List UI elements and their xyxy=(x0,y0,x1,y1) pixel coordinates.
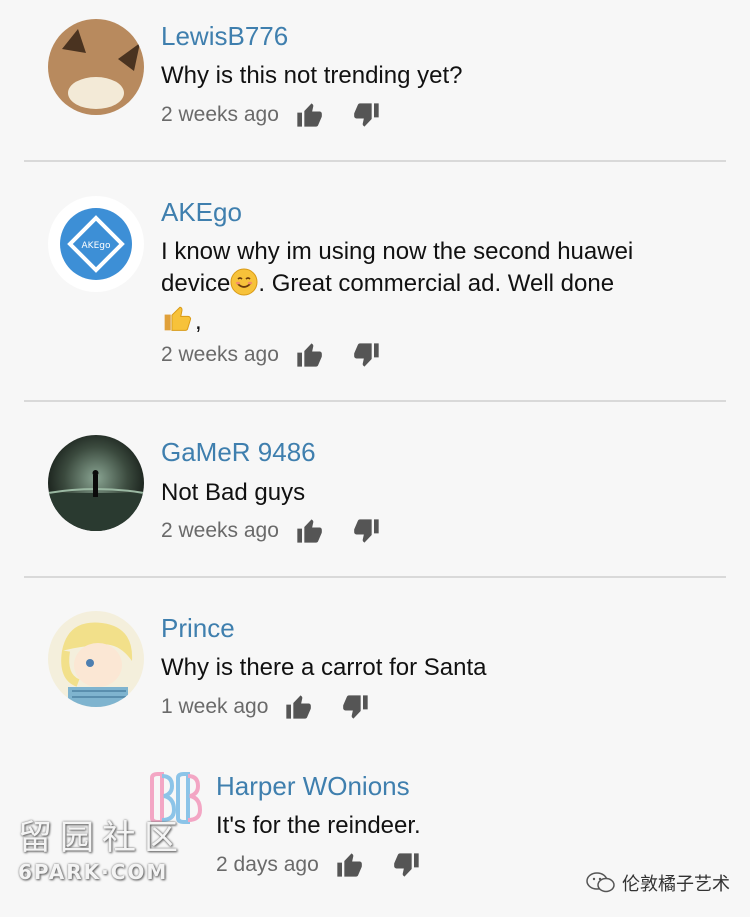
comment-author[interactable]: AKEgo xyxy=(161,196,242,228)
divider xyxy=(24,400,726,402)
comment-time: 2 weeks ago xyxy=(161,103,279,126)
avatar-label: AKEgo xyxy=(82,241,111,251)
watermark-6park: 留园社区 6PARK·COM xyxy=(18,818,188,884)
comment-author[interactable]: Harper WOnions xyxy=(216,770,410,802)
smiling-face-emoji-icon xyxy=(230,268,258,296)
thumbs-up-icon[interactable] xyxy=(295,101,323,129)
comment-time: 2 weeks ago xyxy=(161,519,279,542)
comment-actions: 2 weeks ago xyxy=(161,339,407,371)
thumbs-down-icon[interactable] xyxy=(353,517,381,545)
comment-author[interactable]: Prince xyxy=(161,612,235,644)
watermark-wechat: 伦敦橘子艺术 xyxy=(586,870,730,896)
thumbs-up-emoji-icon xyxy=(161,300,195,334)
divider xyxy=(24,576,726,578)
avatar[interactable]: AKEgo xyxy=(48,196,144,292)
comment-text: Not Bad guys xyxy=(161,479,306,506)
avatar[interactable] xyxy=(48,611,144,707)
comment-text-part: , xyxy=(195,308,202,335)
comment-actions: 2 weeks ago xyxy=(161,99,407,131)
comment-actions: 1 week ago xyxy=(161,691,396,723)
comment-text-part: . Great commercial ad. Well done xyxy=(258,270,615,297)
thumbs-down-icon[interactable] xyxy=(342,693,370,721)
comment-actions: 2 days ago xyxy=(216,849,447,881)
thumbs-down-icon[interactable] xyxy=(353,101,381,129)
comment-text: Why is there a carrot for Santa xyxy=(161,654,487,681)
avatar[interactable] xyxy=(48,19,144,115)
comment-text: I know why im using now the second huawe… xyxy=(161,236,691,338)
divider xyxy=(24,160,726,162)
watermark-en-text: 6PARK·COM xyxy=(18,860,169,884)
comment-time: 1 week ago xyxy=(161,695,269,718)
comment-time: 2 days ago xyxy=(216,853,319,876)
thumbs-down-icon[interactable] xyxy=(393,851,421,879)
comment-actions: 2 weeks ago xyxy=(161,515,407,547)
thumbs-up-icon[interactable] xyxy=(335,851,363,879)
comment-author[interactable]: LewisB776 xyxy=(161,20,288,52)
watermark-cn-text: 留园社区 xyxy=(18,818,186,858)
comment-text: It's for the reindeer. xyxy=(216,812,421,839)
thumbs-up-icon[interactable] xyxy=(295,517,323,545)
comment-text: Why is this not trending yet? xyxy=(161,62,463,89)
thumbs-up-icon[interactable] xyxy=(284,693,312,721)
wechat-icon xyxy=(586,872,616,894)
comment-author[interactable]: GaMeR 9486 xyxy=(161,436,316,468)
comment-time: 2 weeks ago xyxy=(161,343,279,366)
avatar[interactable] xyxy=(48,435,144,531)
watermark-account-name: 伦敦橘子艺术 xyxy=(622,874,730,894)
thumbs-down-icon[interactable] xyxy=(353,341,381,369)
thumbs-up-icon[interactable] xyxy=(295,341,323,369)
